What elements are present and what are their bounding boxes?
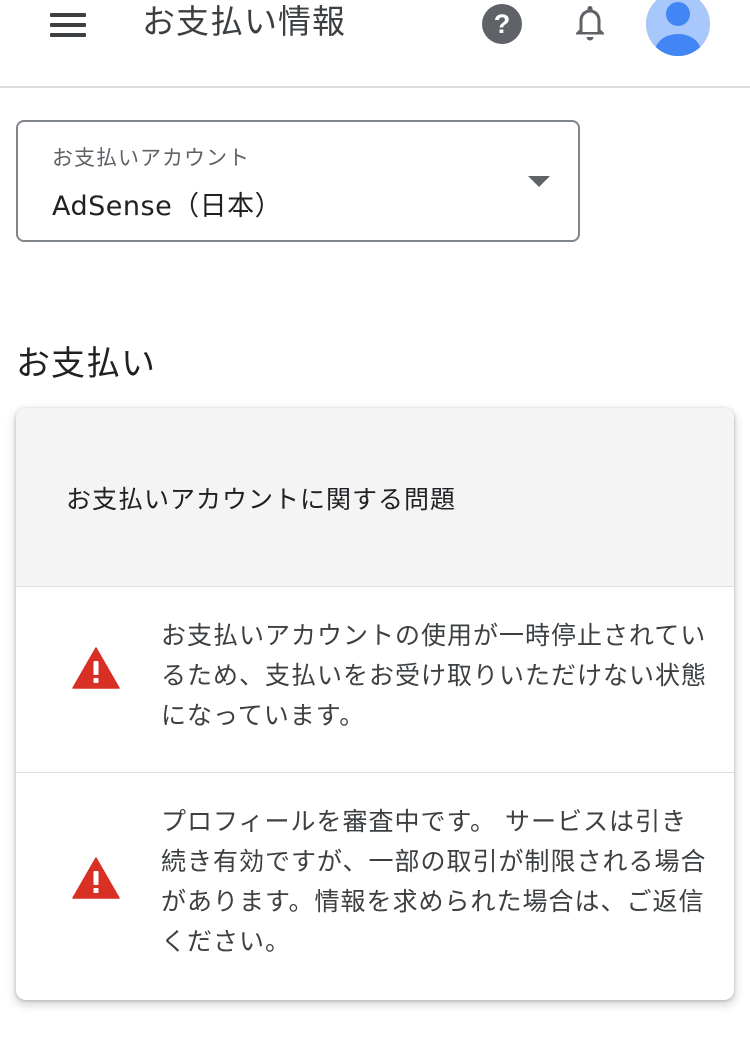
dropdown-arrow-icon — [528, 176, 550, 187]
person-avatar-icon — [646, 0, 710, 56]
bell-icon — [576, 6, 604, 41]
hamburger-menu-icon — [50, 13, 86, 17]
account-avatar-button[interactable] — [646, 0, 710, 56]
issue-item: プロフィールを審査中です。 サービスは引き続き有効ですが、一部の取引が制限される… — [16, 773, 734, 1000]
issue-text: お支払いアカウントの使用が一時停止されているため、支払いをお受け取りいただけない… — [161, 621, 708, 730]
page-title: お支払い情報 — [142, 2, 346, 41]
payment-account-value: AdSense（日本） — [52, 191, 283, 222]
notifications-button[interactable] — [568, 2, 612, 46]
card-header-title: お支払いアカウントに関する問題 — [66, 485, 457, 514]
payment-issues-card: お支払いアカウントに関する問題 お支払いアカウントの使用が一時停止されているため… — [16, 408, 734, 1000]
help-button[interactable]: ? — [480, 2, 524, 46]
hamburger-menu-icon-bar — [50, 23, 86, 27]
issue-item: お支払いアカウントの使用が一時停止されているため、支払いをお受け取りいただけない… — [16, 587, 734, 773]
payment-account-dropdown[interactable]: お支払いアカウント AdSense（日本） — [16, 120, 580, 242]
payments-section-title: お支払い — [16, 344, 156, 384]
help-circle-icon: ? — [482, 4, 522, 44]
warning-triangle-icon — [72, 647, 120, 689]
app-header: お支払い情報 ? — [0, 0, 750, 88]
warning-triangle-icon — [72, 857, 120, 899]
menu-button[interactable] — [48, 10, 88, 40]
payment-account-label: お支払いアカウント — [52, 146, 250, 170]
card-header: お支払いアカウントに関する問題 — [16, 408, 734, 587]
svg-text:?: ? — [494, 9, 511, 39]
issue-text: プロフィールを審査中です。 サービスは引き続き有効ですが、一部の取引が制限される… — [161, 807, 707, 956]
hamburger-menu-icon-bar — [50, 33, 86, 37]
